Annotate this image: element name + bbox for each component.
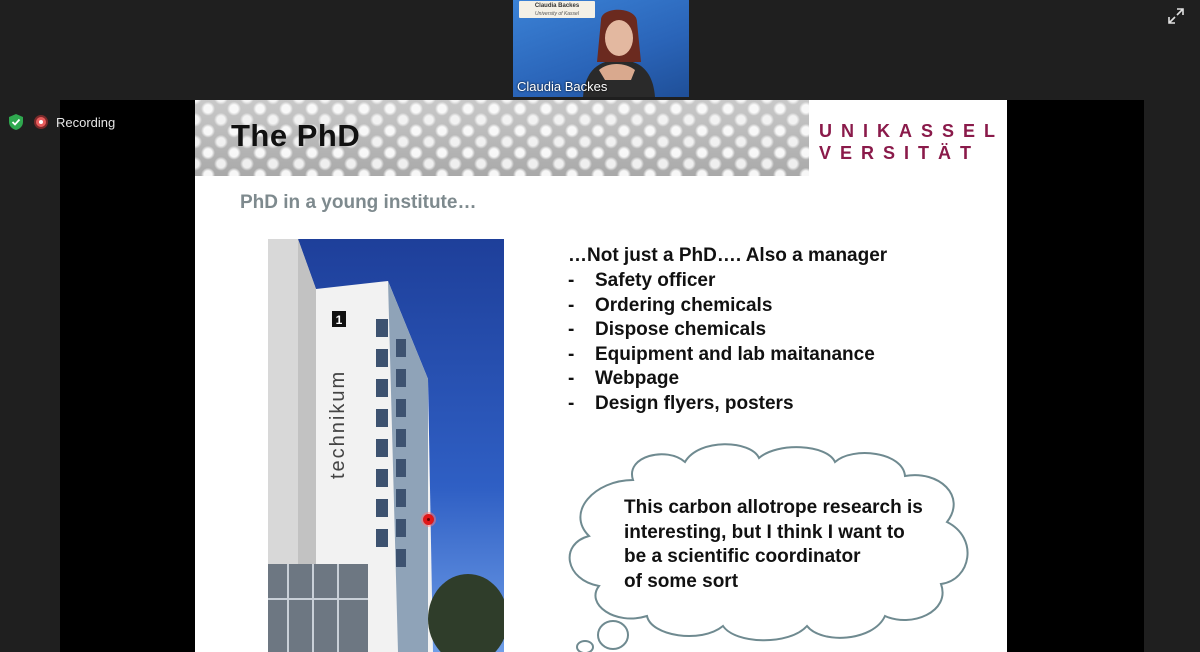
list-item: - Dispose chemicals [568,319,767,340]
logo-line-2: VERSITÄT [819,143,981,163]
building-sign-text: technikum [327,370,349,479]
fullscreen-icon[interactable] [1166,6,1186,26]
name-card: Claudia Backes University of Kassel [519,1,595,18]
slide-subtitle: PhD in a young institute… [240,192,477,213]
building-photo: 1 technikum [268,239,504,652]
presentation-slide: The PhD UNIKASSEL VERSITÄT PhD in a youn… [195,100,1007,652]
status-bar: Recording [8,112,115,132]
building-sign-number: 1 [336,313,343,327]
name-card-name: Claudia Backes [534,3,580,9]
participant-video-tile[interactable]: Claudia Backes University of Kassel Clau… [513,0,689,97]
shield-check-icon[interactable] [8,113,24,131]
list-item: - Webpage [568,368,680,389]
list-item: - Design flyers, posters [568,392,794,414]
list-item: - Ordering chemicals [568,294,773,316]
duty-list: …Not just a PhD…. Also a manager - Safety… [568,244,988,416]
recording-label: Recording [56,114,116,130]
slide-title: The PhD [231,118,361,153]
list-item: - Safety officer [568,270,716,291]
name-card-affiliation: University of Kassel [535,11,579,17]
list-item: - Equipment and lab maitanance [568,343,875,365]
slide-header: The PhD UNIKASSEL VERSITÄT [195,100,1007,176]
duty-list-heading: …Not just a PhD…. Also a manager [568,245,888,266]
participant-name-label: Claudia Backes [517,79,608,94]
recording-icon[interactable] [34,115,48,129]
logo-line-1: UNIKASSEL [819,121,1005,141]
laser-pointer [423,514,434,525]
university-logo: UNIKASSEL VERSITÄT [819,120,999,164]
thought-bubble-text: This carbon allotrope research is intere… [624,497,923,592]
